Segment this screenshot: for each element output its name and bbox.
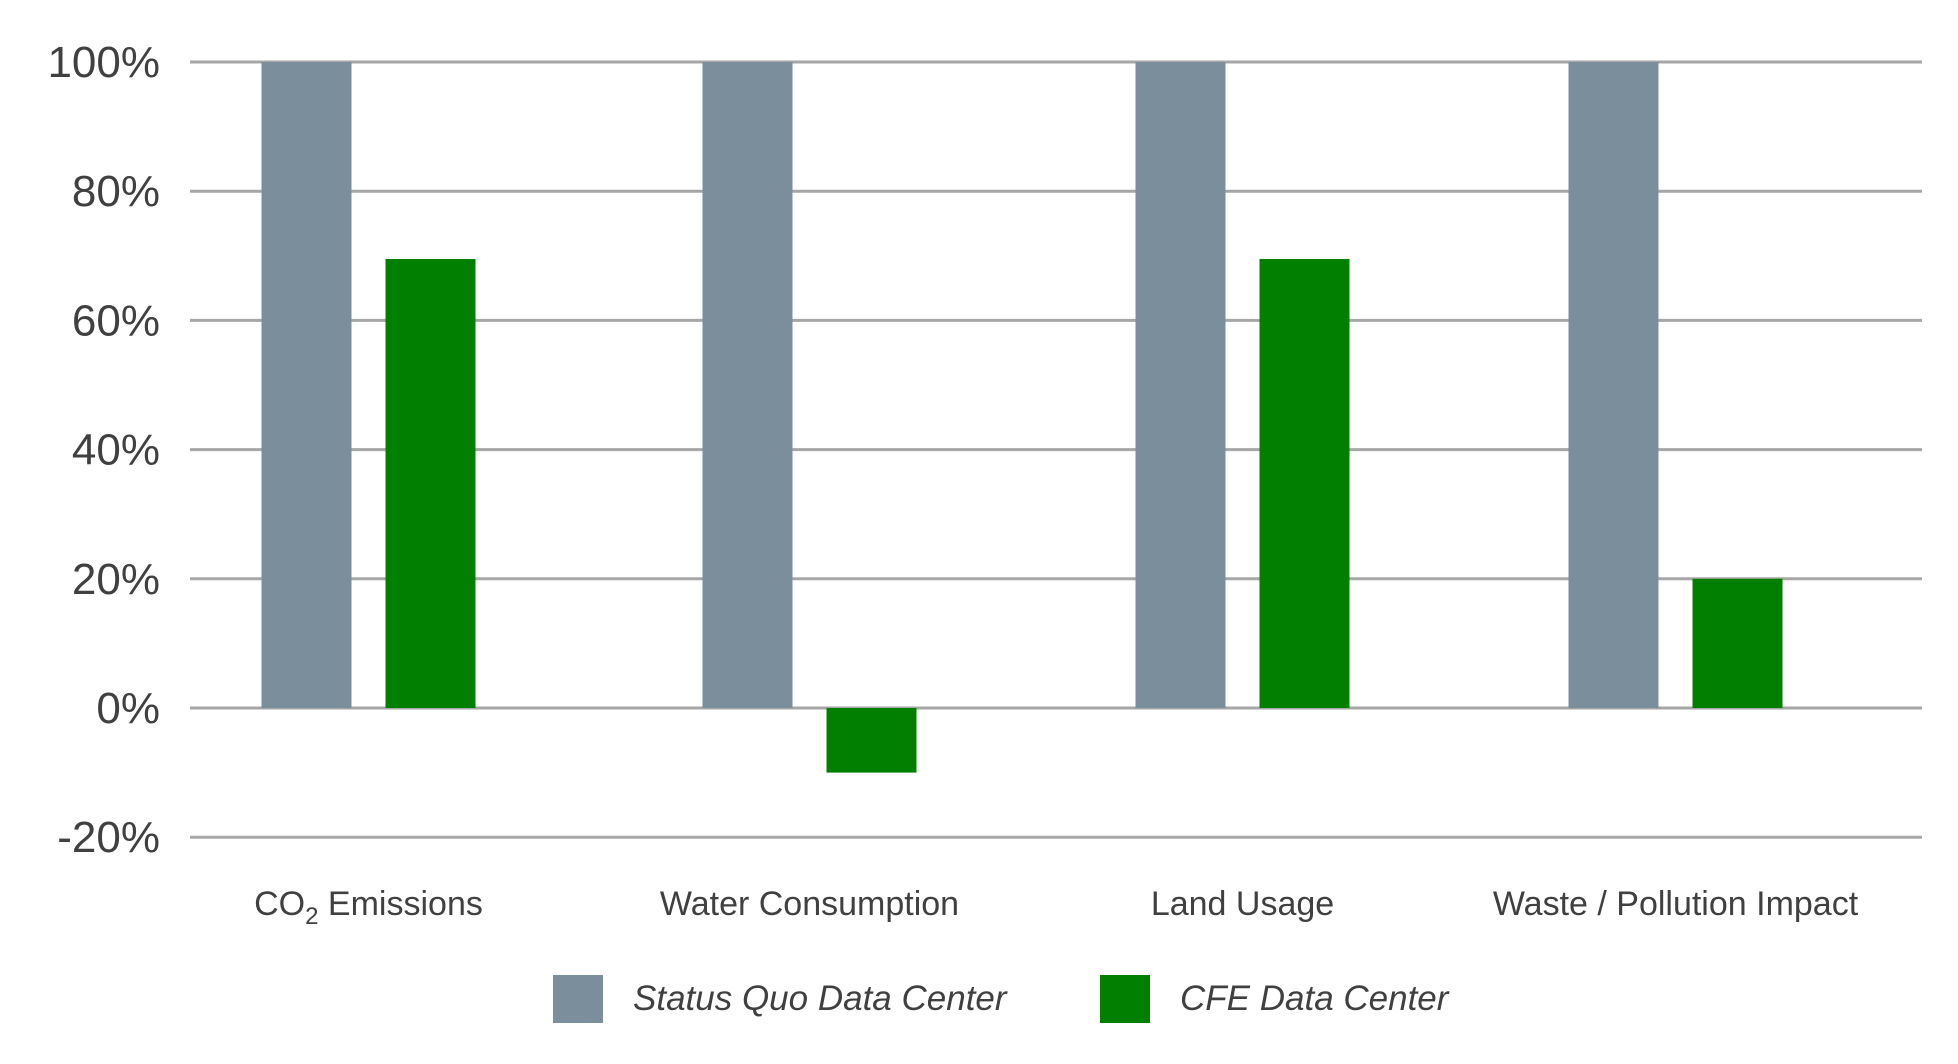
bar-cfe-3 [1692,578,1783,708]
y-tick-label: 40% [72,426,160,475]
bar-cfe-2 [1259,259,1350,708]
legend-swatch-status-quo [553,975,603,1023]
x-category-label: Waste / Pollution Impact [1493,885,1859,923]
bar-status-quo-3 [1568,62,1659,708]
legend-swatch-cfe [1100,975,1150,1023]
y-tick-label: -20% [57,813,160,862]
legend-label-cfe: CFE Data Center [1180,979,1449,1018]
legend-label-status-quo: Status Quo Data Center [633,979,1007,1018]
bar-chart: 100% 80% 60% 40% 20% 0% -20% CO2 Emissions Wate… [47,38,1922,930]
y-tick-label: 100% [47,38,160,87]
x-axis-category-labels: CO2 Emissions Water Consumption Land Usage… [254,885,1859,930]
y-tick-label: 20% [72,555,160,604]
bar-cfe-0 [385,259,476,708]
bars [261,62,1783,773]
bar-status-quo-0 [261,62,352,708]
bar-status-quo-1 [702,62,793,708]
bar-status-quo-2 [1135,62,1226,708]
y-tick-label: 0% [96,684,160,733]
x-category-label: CO2 Emissions [254,885,483,930]
x-category-label: Land Usage [1151,885,1334,923]
legend-item-cfe: CFE Data Center [1100,975,1448,1023]
bar-cfe-1 [826,708,917,773]
x-category-label: Water Consumption [660,885,959,923]
legend-item-status-quo: Status Quo Data Center [553,975,1007,1023]
legend: Status Quo Data Center CFE Data Center [0,975,1958,1035]
y-tick-label: 80% [72,167,160,216]
y-axis-tick-labels: 100% 80% 60% 40% 20% 0% -20% [47,38,160,862]
y-tick-label: 60% [72,296,160,345]
